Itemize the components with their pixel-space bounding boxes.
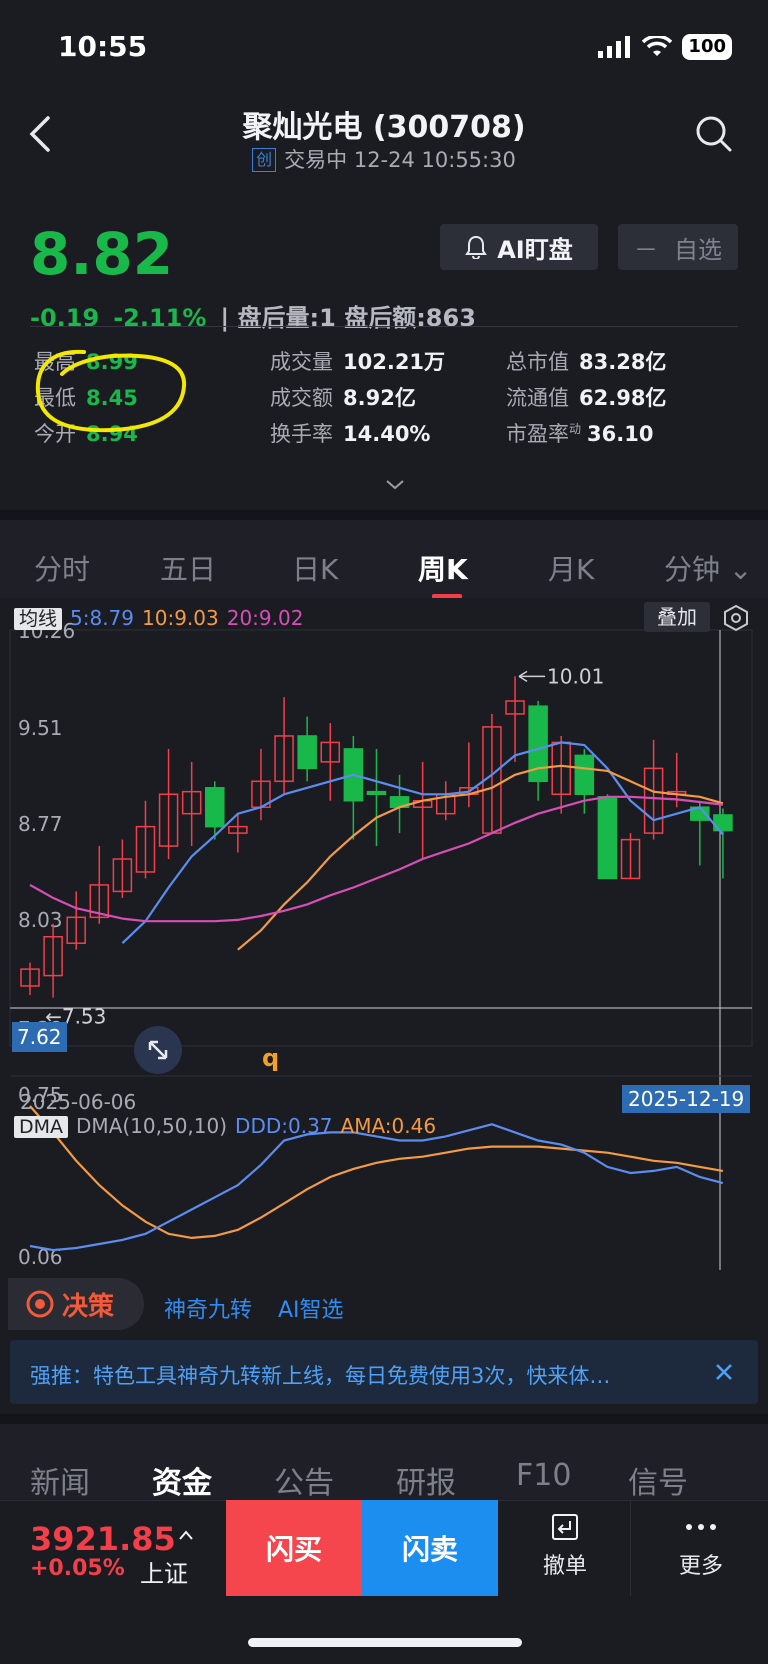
y-tick-label: 8.03 <box>18 908 63 932</box>
board-badge: 创 <box>252 148 277 172</box>
minus-icon: － <box>634 235 658 264</box>
crosshair-price-label: 7.62 <box>12 1022 67 1052</box>
dma-tag[interactable]: DMA <box>14 1116 69 1138</box>
battery-indicator: 100 <box>682 34 732 60</box>
tab-signals[interactable]: 信号 <box>628 1458 688 1502</box>
watchlist-label: 自选 <box>674 235 722 264</box>
chart-area[interactable]: 10.269.518.778.037.2810.01←7.530.750.06 <box>0 598 768 1270</box>
dma-params: DMA(10,50,10) <box>76 1114 228 1138</box>
trading-status-text: 交易中 12-24 10:55:30 <box>284 148 516 172</box>
stat-turnover: 成交额 8.92亿 <box>270 386 416 410</box>
promo-banner-text[interactable]: 强推：特色工具神奇九转新上线，每日免费使用3次，快来体… <box>30 1360 610 1390</box>
ma-line-10 <box>237 764 724 951</box>
ai-monitor-label: AI盯盘 <box>497 235 573 264</box>
status-icons: 100 <box>598 34 732 60</box>
cancel-order-label: 撤单 <box>542 1554 587 1579</box>
y-tick-label: 8.77 <box>18 812 63 836</box>
tab-news[interactable]: 新闻 <box>30 1458 90 1502</box>
tab-five-day[interactable]: 五日 <box>160 548 216 588</box>
ai-monitor-button[interactable]: AI盯盘 <box>440 224 598 270</box>
settings-icon[interactable] <box>722 604 750 632</box>
cancel-order-button[interactable]: 撤单 <box>510 1512 620 1588</box>
stat-volume: 成交量 102.21万 <box>270 350 446 374</box>
tab-daily-k[interactable]: 日K <box>292 548 338 588</box>
chart-annotation-q: q <box>262 1044 280 1072</box>
close-icon[interactable] <box>712 1360 736 1384</box>
tab-intraday[interactable]: 分时 <box>34 548 90 588</box>
stat-turnover-rate: 换手率 14.40% <box>270 422 431 446</box>
tab-monthly-k[interactable]: 月K <box>548 548 594 588</box>
watchlist-button[interactable]: － 自选 <box>618 224 738 270</box>
more-button[interactable]: 更多 <box>646 1512 756 1588</box>
high-marker-label: 10.01 <box>547 664 604 688</box>
stat-float-cap: 流通值 62.98亿 <box>506 386 667 410</box>
dma-legend: DMA DMA(10,50,10) DDD:0.37 AMA:0.46 <box>14 1114 436 1138</box>
candle-body <box>574 754 595 796</box>
stat-pe: 市盈率动 36.10 <box>506 422 654 446</box>
tab-weekly-k[interactable]: 周K <box>418 548 468 588</box>
index-change: +0.05% <box>30 1556 125 1581</box>
ma5-value: 5:8.79 <box>70 606 135 630</box>
tab-minute[interactable]: 分钟 ⌄ <box>664 548 752 588</box>
quick-buy-button[interactable]: 闪买 <box>226 1500 362 1596</box>
candle-body <box>366 790 387 796</box>
ma20-value: 20:9.02 <box>226 606 304 630</box>
current-price: 8.82 <box>30 220 174 288</box>
y-tick-label: 9.51 <box>18 716 63 740</box>
chart-period-tabs: 分时 五日 日K 周K 月K 分钟 ⌄ <box>0 510 768 600</box>
caret-up-icon[interactable] <box>178 1522 194 1546</box>
ma-legend: 均线 5:8.79 10:9.03 20:9.02 <box>14 604 303 631</box>
stock-title: 聚灿光电 (300708) <box>242 110 526 145</box>
tab-research[interactable]: 研报 <box>396 1458 456 1502</box>
home-indicator <box>248 1638 522 1647</box>
tab-announcements[interactable]: 公告 <box>274 1458 334 1502</box>
search-icon <box>696 116 732 152</box>
ddd-value: DDD:0.37 <box>235 1114 333 1138</box>
stat-market-cap: 总市值 83.28亿 <box>506 350 667 374</box>
crosshair-date-label: 2025-12-19 <box>622 1085 751 1113</box>
target-icon <box>26 1290 54 1318</box>
info-tabs: 新闻 资金 公告 研报 F10 信号 <box>0 1414 768 1510</box>
hand-drawn-highlight <box>35 349 187 433</box>
ai-pick-link[interactable]: AI智选 <box>278 1292 344 1324</box>
bell-icon <box>465 235 488 259</box>
tab-funds[interactable]: 资金 <box>152 1458 212 1502</box>
fullscreen-button[interactable] <box>134 1026 182 1074</box>
more-dots-icon <box>686 1524 716 1530</box>
price-change-pct: -2.11% <box>113 304 207 332</box>
price-panel-frame <box>9 629 753 1047</box>
index-name: 上证 <box>140 1560 188 1588</box>
quick-sell-button[interactable]: 闪卖 <box>362 1500 498 1596</box>
candle-body <box>597 796 618 880</box>
magic-nine-link[interactable]: 神奇九转 <box>164 1292 252 1324</box>
divider <box>630 1500 631 1596</box>
price-change-line: -0.19 -2.11% | 盘后量:1 盘后额:863 <box>30 298 490 333</box>
candle-body <box>205 787 225 828</box>
more-label: 更多 <box>678 1554 723 1579</box>
price-change: -0.19 <box>30 304 100 332</box>
divider <box>30 326 738 327</box>
decision-tag[interactable]: 决策 <box>8 1278 144 1330</box>
dma-ama-line <box>29 1123 724 1252</box>
wifi-icon <box>642 36 673 56</box>
overlay-button[interactable]: 叠加 <box>644 602 710 632</box>
trading-status: 创交易中 12-24 10:55:30 <box>0 144 768 174</box>
candlestick-chart[interactable]: 10.269.518.778.037.2810.01←7.530.750.06 <box>0 598 768 1270</box>
expand-arrows-icon <box>148 1040 168 1060</box>
search-button[interactable] <box>694 114 734 154</box>
expand-chevron-icon[interactable] <box>384 478 406 492</box>
chart-start-date: 2025-06-06 <box>20 1090 137 1114</box>
undo-icon <box>552 1514 578 1540</box>
decision-label: 决策 <box>62 1291 115 1322</box>
after-hours-info: | 盘后量:1 盘后额:863 <box>220 304 476 332</box>
signal-icon <box>598 36 631 58</box>
ma-tag[interactable]: 均线 <box>14 608 63 630</box>
tab-f10[interactable]: F10 <box>516 1458 571 1493</box>
ama-value: AMA:0.46 <box>340 1114 437 1138</box>
status-time: 10:55 <box>58 30 148 63</box>
candle-body <box>297 735 317 770</box>
index-value[interactable]: 3921.85 <box>30 1520 176 1558</box>
ma10-value: 10:9.03 <box>142 606 219 630</box>
